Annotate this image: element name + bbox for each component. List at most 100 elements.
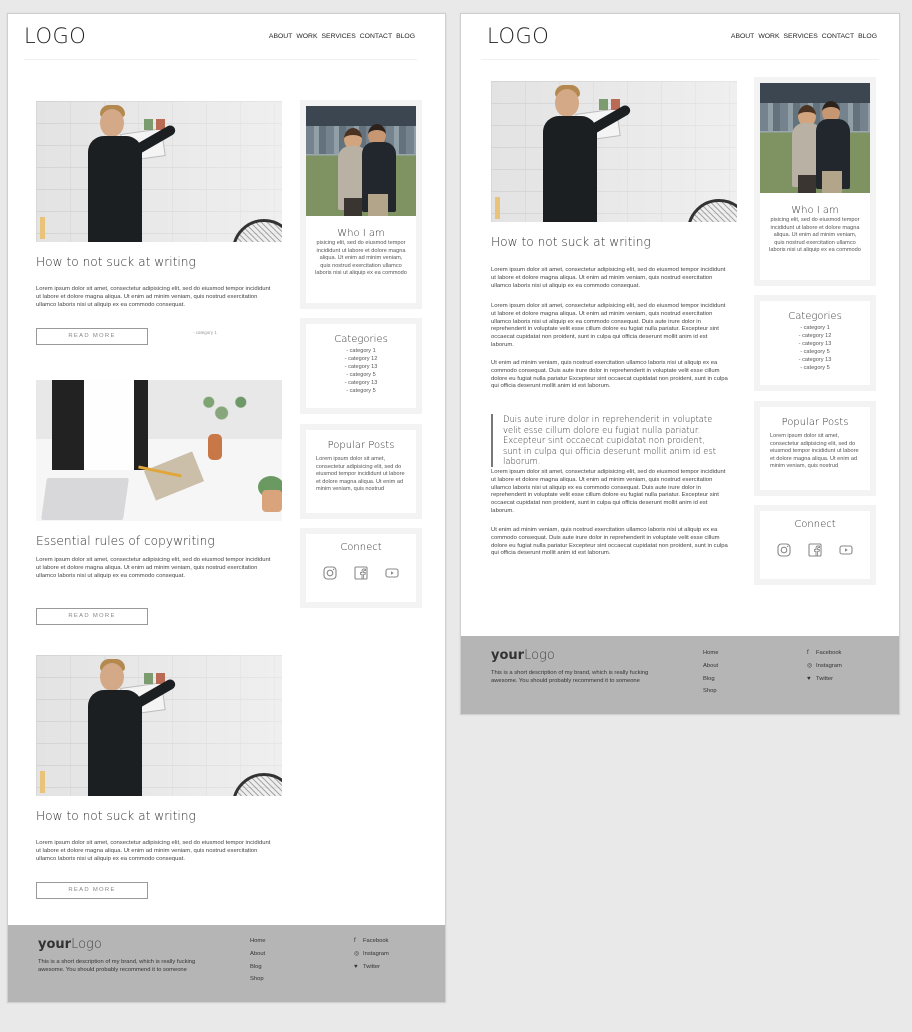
nav-blog[interactable]: BLOG bbox=[396, 33, 415, 40]
read-more-button[interactable]: READ MORE bbox=[36, 328, 148, 345]
category-link[interactable]: - category 13 bbox=[306, 364, 416, 372]
article-paragraph: Ut enim ad minim veniam, quis nostrud ex… bbox=[491, 360, 728, 390]
categories-title: Categories bbox=[334, 334, 388, 345]
footer-twitter-link[interactable]: ♥ Twitter bbox=[807, 673, 842, 686]
post-image-writing[interactable] bbox=[36, 655, 282, 796]
nav-blog[interactable]: BLOG bbox=[858, 33, 877, 40]
read-more-button[interactable]: READ MORE bbox=[36, 882, 148, 899]
footer-description: This is a short description of my brand,… bbox=[491, 670, 649, 685]
article-paragraph: Ut enim ad minim veniam, quis nostrud ex… bbox=[491, 527, 728, 557]
popular-posts-text[interactable]: Lorem ipsum dolor sit amet, consectetur … bbox=[770, 433, 862, 471]
category-link[interactable]: - category 13 bbox=[760, 357, 870, 365]
category-list: - category 1 - category 12 - category 13… bbox=[306, 348, 416, 395]
article-blockquote: Duis aute irure dolor in reprehenderit i… bbox=[491, 414, 723, 467]
footer-link-about[interactable]: About bbox=[250, 948, 265, 961]
blog-list-page: LOGO ABOUT WORK SERVICES CONTACT BLOG Ho… bbox=[7, 13, 446, 1003]
site-logo[interactable]: LOGO bbox=[24, 24, 86, 48]
footer-logo[interactable]: yourLogo bbox=[38, 937, 102, 952]
read-more-button[interactable]: READ MORE bbox=[36, 608, 148, 625]
popular-posts-title: Popular Posts bbox=[781, 417, 849, 428]
footer-links: Home About Blog Shop bbox=[703, 647, 718, 698]
connect-title: Connect bbox=[340, 542, 382, 553]
header-divider bbox=[24, 59, 417, 60]
post-excerpt: Lorem ipsum dolor sit amet, consectetur … bbox=[36, 557, 271, 579]
article-hero-image bbox=[491, 81, 737, 222]
footer-links: Home About Blog Shop bbox=[250, 935, 265, 986]
footer-logo[interactable]: yourLogo bbox=[491, 648, 555, 663]
post-excerpt: Lorem ipsum dolor sit amet, consectetur … bbox=[36, 286, 271, 308]
connect-widget: Connect bbox=[754, 505, 876, 585]
category-link[interactable]: - category 5 bbox=[306, 388, 416, 396]
footer-social: f Facebook ◎ Instagram ♥ Twitter bbox=[354, 935, 389, 973]
instagram-icon[interactable] bbox=[323, 566, 337, 580]
category-link[interactable]: - category 13 bbox=[760, 341, 870, 349]
who-i-am-widget: Who I am pisicing elit, sed do eiusmod t… bbox=[754, 77, 876, 286]
author-photo bbox=[306, 106, 416, 216]
category-link[interactable]: - category 13 bbox=[306, 380, 416, 388]
category-link[interactable]: - category 5 bbox=[760, 365, 870, 373]
twitter-icon: ♥ bbox=[807, 675, 811, 682]
category-link[interactable]: - category 1 bbox=[760, 325, 870, 333]
footer-link-shop[interactable]: Shop bbox=[250, 973, 265, 986]
instagram-icon[interactable] bbox=[777, 543, 791, 557]
site-logo[interactable]: LOGO bbox=[487, 24, 549, 48]
footer-twitter-link[interactable]: ♥ Twitter bbox=[354, 961, 389, 974]
instagram-icon: ◎ bbox=[354, 950, 360, 957]
footer-link-blog[interactable]: Blog bbox=[703, 673, 718, 686]
post-title[interactable]: Essential rules of copywriting bbox=[36, 534, 215, 548]
connect-icons bbox=[306, 566, 416, 580]
who-i-am-text: pisicing elit, sed do eiusmod tempor inc… bbox=[769, 217, 861, 253]
nav-about[interactable]: ABOUT bbox=[731, 33, 754, 40]
author-photo bbox=[760, 83, 870, 193]
footer-facebook-link[interactable]: f Facebook bbox=[354, 935, 389, 948]
footer-link-home[interactable]: Home bbox=[703, 647, 718, 660]
footer-facebook-link[interactable]: f Facebook bbox=[807, 647, 842, 660]
youtube-icon[interactable] bbox=[385, 566, 399, 580]
category-link[interactable]: - category 1 bbox=[306, 348, 416, 356]
youtube-icon[interactable] bbox=[839, 543, 853, 557]
twitter-icon: ♥ bbox=[354, 963, 358, 970]
footer-link-about[interactable]: About bbox=[703, 660, 718, 673]
post-image-copywriting[interactable] bbox=[36, 380, 282, 521]
post-category-tag[interactable]: - category 1 bbox=[193, 330, 217, 335]
category-link[interactable]: - category 5 bbox=[760, 349, 870, 357]
popular-posts-widget: Popular Posts Lorem ipsum dolor sit amet… bbox=[300, 424, 422, 519]
category-link[interactable]: - category 12 bbox=[760, 333, 870, 341]
footer-instagram-link[interactable]: ◎ Instagram bbox=[807, 660, 842, 673]
post-excerpt: Lorem ipsum dolor sit amet, consectetur … bbox=[36, 840, 271, 862]
popular-posts-widget: Popular Posts Lorem ipsum dolor sit amet… bbox=[754, 401, 876, 496]
footer-link-home[interactable]: Home bbox=[250, 935, 265, 948]
category-link[interactable]: - category 12 bbox=[306, 356, 416, 364]
footer-link-shop[interactable]: Shop bbox=[703, 685, 718, 698]
nav-contact[interactable]: CONTACT bbox=[360, 33, 392, 40]
article-paragraph: Lorem ipsum dolor sit amet, consectetur … bbox=[491, 469, 726, 514]
nav-about[interactable]: ABOUT bbox=[269, 33, 292, 40]
categories-widget: Categories - category 1 - category 12 - … bbox=[754, 295, 876, 391]
categories-title: Categories bbox=[788, 311, 842, 322]
post-image-writing[interactable] bbox=[36, 101, 282, 242]
site-footer: yourLogo This is a short description of … bbox=[461, 636, 899, 714]
who-i-am-title: Who I am bbox=[337, 228, 385, 239]
connect-title: Connect bbox=[794, 519, 836, 530]
footer-social: f Facebook ◎ Instagram ♥ Twitter bbox=[807, 647, 842, 685]
post-title[interactable]: How to not suck at writing bbox=[36, 255, 196, 269]
connect-widget: Connect bbox=[300, 528, 422, 608]
footer-instagram-link[interactable]: ◎ Instagram bbox=[354, 948, 389, 961]
category-link[interactable]: - category 5 bbox=[306, 372, 416, 380]
article-title: How to not suck at writing bbox=[491, 235, 651, 249]
instagram-icon: ◎ bbox=[807, 662, 813, 669]
nav-services[interactable]: SERVICES bbox=[784, 33, 818, 40]
nav-contact[interactable]: CONTACT bbox=[822, 33, 854, 40]
footer-link-blog[interactable]: Blog bbox=[250, 961, 265, 974]
facebook-icon: f bbox=[354, 938, 356, 944]
article-page: LOGO ABOUT WORK SERVICES CONTACT BLOG Ho… bbox=[460, 13, 900, 715]
categories-widget: Categories - category 1 - category 12 - … bbox=[300, 318, 422, 414]
nav-work[interactable]: WORK bbox=[758, 33, 779, 40]
popular-posts-text[interactable]: Lorem ipsum dolor sit amet, consectetur … bbox=[316, 456, 408, 494]
facebook-icon[interactable] bbox=[354, 566, 368, 580]
nav-work[interactable]: WORK bbox=[296, 33, 317, 40]
facebook-icon[interactable] bbox=[808, 543, 822, 557]
post-title[interactable]: How to not suck at writing bbox=[36, 809, 196, 823]
nav-services[interactable]: SERVICES bbox=[322, 33, 356, 40]
article-paragraph: Lorem ipsum dolor sit amet, consectetur … bbox=[491, 303, 726, 348]
